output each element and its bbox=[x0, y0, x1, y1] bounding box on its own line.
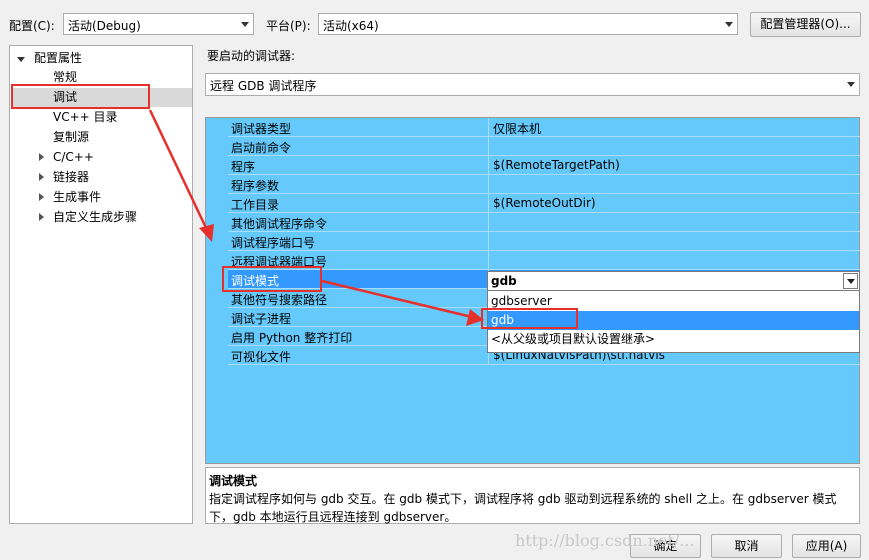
debug-mode-value: gdb bbox=[491, 274, 517, 288]
expand-down-icon[interactable] bbox=[17, 57, 25, 62]
property-value-cell[interactable] bbox=[488, 137, 861, 155]
property-name: 调试程序端口号 bbox=[231, 236, 316, 250]
dropdown-button[interactable] bbox=[843, 273, 858, 289]
chevron-down-icon bbox=[847, 82, 855, 87]
debugger-select-value: 远程 GDB 调试程序 bbox=[210, 79, 317, 93]
property-name: 启动前命令 bbox=[231, 141, 292, 155]
description-title: 调试模式 bbox=[209, 474, 258, 488]
tree-root[interactable]: 配置属性 bbox=[34, 49, 82, 68]
chevron-down-icon bbox=[725, 22, 733, 27]
property-row[interactable]: 调试器类型 仅限本机 bbox=[228, 118, 860, 137]
annotation-box-gdb bbox=[481, 308, 578, 329]
property-value-cell[interactable] bbox=[488, 213, 861, 231]
property-value: $(RemoteOutDir) bbox=[493, 196, 596, 210]
platform-label: 平台(P): bbox=[266, 19, 311, 33]
property-name: 程序参数 bbox=[231, 179, 280, 193]
expand-right-icon[interactable] bbox=[39, 213, 44, 221]
property-row[interactable]: 远程调试器端口号 bbox=[228, 251, 860, 270]
config-select-value: 活动(Debug) bbox=[68, 19, 141, 33]
property-name: 启用 Python 整齐打印 bbox=[231, 331, 353, 345]
cancel-button[interactable]: 取消 bbox=[711, 534, 782, 558]
property-row[interactable]: 程序 $(RemoteTargetPath) bbox=[228, 156, 860, 175]
property-name: 其他符号搜索路径 bbox=[231, 293, 328, 307]
debugger-select[interactable]: 远程 GDB 调试程序 bbox=[205, 73, 860, 96]
property-row[interactable]: 启动前命令 bbox=[228, 137, 860, 156]
chevron-down-icon bbox=[241, 22, 249, 27]
property-value: 仅限本机 bbox=[493, 122, 542, 136]
property-value-cell[interactable]: $(RemoteTargetPath) bbox=[488, 156, 861, 174]
apply-button[interactable]: 应用(A) bbox=[792, 534, 861, 558]
chevron-down-icon bbox=[847, 279, 855, 284]
debugger-label: 要启动的调试器: bbox=[207, 49, 296, 63]
config-manager-button[interactable]: 配置管理器(O)... bbox=[750, 12, 861, 37]
debug-mode-select[interactable]: gdb bbox=[487, 271, 860, 291]
annotation-box-debug bbox=[11, 84, 150, 109]
property-value-cell[interactable]: 仅限本机 bbox=[488, 118, 861, 136]
config-label: 配置(C): bbox=[9, 19, 55, 33]
property-row[interactable]: 工作目录 $(RemoteOutDir) bbox=[228, 194, 860, 213]
platform-select-value: 活动(x64) bbox=[323, 19, 379, 33]
property-value-cell[interactable] bbox=[488, 251, 861, 269]
property-name: 其他调试程序命令 bbox=[231, 217, 328, 231]
property-value-cell[interactable]: $(RemoteOutDir) bbox=[488, 194, 861, 212]
property-name: 调试子进程 bbox=[231, 312, 292, 326]
property-name: 程序 bbox=[231, 160, 256, 174]
tree-item-linker[interactable]: 链接器 bbox=[53, 168, 89, 187]
property-value-cell[interactable] bbox=[488, 175, 861, 193]
property-name: 工作目录 bbox=[231, 198, 280, 212]
watermark: http://blog.csdn.net/... bbox=[515, 531, 695, 550]
expand-right-icon[interactable] bbox=[39, 173, 44, 181]
expand-right-icon[interactable] bbox=[39, 193, 44, 201]
property-row[interactable]: 程序参数 bbox=[228, 175, 860, 194]
expand-right-icon[interactable] bbox=[39, 153, 44, 161]
description-line-2: 下，gdb 本地运行且远程连接到 gdbserver。 bbox=[209, 510, 457, 524]
platform-select[interactable]: 活动(x64) bbox=[318, 13, 738, 35]
option-inherit[interactable]: <从父级或项目默认设置继承> bbox=[488, 330, 859, 349]
property-row[interactable]: 调试程序端口号 bbox=[228, 232, 860, 251]
property-name: 调试器类型 bbox=[231, 122, 292, 136]
description-pane: 调试模式 指定调试程序如何与 gdb 交互。在 gdb 模式下，调试程序将 gd… bbox=[205, 467, 860, 524]
property-tree[interactable]: 配置属性 常规 调试 VC++ 目录 复制源 C/C++ 链接器 生成事件 自定… bbox=[9, 45, 193, 524]
annotation-box-debug-mode bbox=[222, 266, 322, 292]
property-row[interactable]: 其他调试程序命令 bbox=[228, 213, 860, 232]
property-value: $(RemoteTargetPath) bbox=[493, 158, 620, 172]
tree-item-build-events[interactable]: 生成事件 bbox=[53, 188, 101, 207]
config-select[interactable]: 活动(Debug) bbox=[63, 13, 254, 35]
property-name: 可视化文件 bbox=[231, 350, 292, 364]
tree-item-copy-sources[interactable]: 复制源 bbox=[53, 128, 89, 147]
tree-item-vc-dirs[interactable]: VC++ 目录 bbox=[53, 108, 118, 127]
property-value-cell[interactable] bbox=[488, 232, 861, 250]
tree-item-custom-build[interactable]: 自定义生成步骤 bbox=[53, 208, 137, 227]
tree-item-cpp[interactable]: C/C++ bbox=[53, 148, 94, 167]
description-line-1: 指定调试程序如何与 gdb 交互。在 gdb 模式下，调试程序将 gdb 驱动到… bbox=[209, 492, 837, 506]
